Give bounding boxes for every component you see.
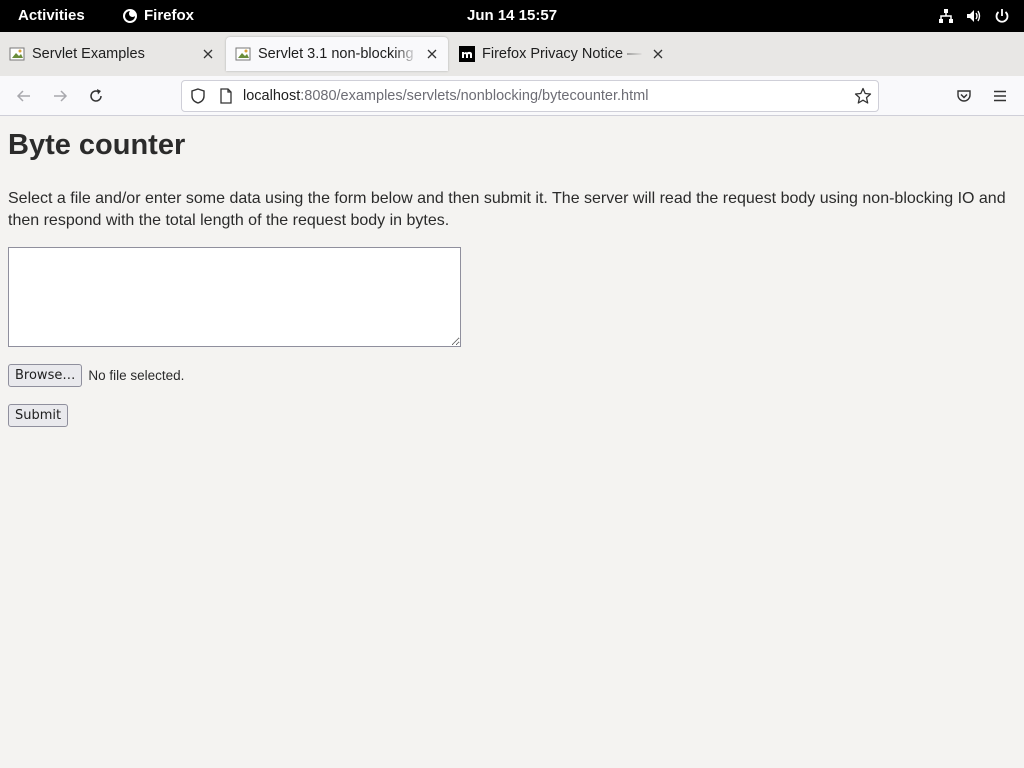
system-top-bar: Activities Firefox Jun 14 15:57: [0, 0, 1024, 32]
clock[interactable]: Jun 14 15:57: [467, 7, 557, 24]
tab-strip: Servlet Examples Servlet 3.1 non-blockin…: [0, 32, 1024, 92]
page-description: Select a file and/or enter some data usi…: [8, 190, 1006, 229]
submit-button[interactable]: Submit: [8, 404, 69, 427]
back-button[interactable]: [14, 86, 34, 106]
volume-icon: [967, 10, 981, 22]
mozilla-m-icon: [459, 46, 475, 62]
data-textarea[interactable]: [8, 247, 461, 347]
tab-servlet-examples[interactable]: Servlet Examples: [0, 38, 224, 70]
network-icon: [939, 9, 953, 23]
reload-icon: [90, 89, 102, 102]
image-favicon-icon: [9, 47, 25, 61]
file-status-label: No file selected.: [88, 368, 185, 383]
forward-arrow-icon: [54, 90, 68, 102]
system-tray[interactable]: [938, 8, 1010, 24]
pocket-button[interactable]: [954, 86, 974, 106]
app-name: Firefox: [144, 7, 195, 24]
tracking-protection-shield-icon[interactable]: [190, 88, 206, 104]
navigation-toolbar: localhost:8080/examples/servlets/nonbloc…: [0, 76, 1024, 116]
app-menu[interactable]: Firefox: [122, 7, 194, 24]
page-heading: Byte counter: [8, 129, 186, 161]
power-icon: [995, 9, 1009, 23]
tab-nonblocking-io[interactable]: Servlet 3.1 non-blocking IO examples: [226, 37, 448, 71]
address-bar[interactable]: localhost:8080/examples/servlets/nonbloc…: [181, 80, 879, 112]
page-info-icon[interactable]: [218, 88, 234, 104]
bookmark-star-icon[interactable]: [854, 87, 872, 105]
forward-button[interactable]: [50, 86, 70, 106]
back-arrow-icon: [16, 90, 30, 102]
reload-button[interactable]: [86, 86, 106, 106]
image-favicon-icon: [235, 47, 251, 61]
activities-button[interactable]: Activities: [18, 7, 85, 24]
hamburger-menu-icon: [994, 90, 1006, 102]
file-input[interactable]: Browse… No file selected.: [8, 364, 184, 387]
tab-title: Servlet Examples: [32, 46, 145, 62]
firefox-icon: [123, 8, 137, 23]
url-host: localhost: [243, 88, 301, 104]
tab-privacy-notice[interactable]: Firefox Privacy Notice — Mozilla: [450, 38, 674, 70]
close-tab-icon[interactable]: [200, 46, 216, 62]
close-tab-icon[interactable]: [650, 46, 666, 62]
tab-title: Servlet 3.1 non-blocking IO examples: [258, 46, 418, 62]
browse-button[interactable]: Browse…: [8, 364, 83, 387]
url-text: localhost:8080/examples/servlets/nonbloc…: [243, 88, 648, 104]
tab-title: Firefox Privacy Notice — Mozilla: [482, 46, 644, 62]
url-path: :8080/examples/servlets/nonblocking/byte…: [300, 88, 649, 104]
app-menu-button[interactable]: [990, 86, 1010, 106]
close-tab-icon[interactable]: [424, 46, 440, 62]
page-content: Byte counter Select a file and/or enter …: [0, 117, 1024, 768]
pocket-icon: [957, 90, 971, 102]
